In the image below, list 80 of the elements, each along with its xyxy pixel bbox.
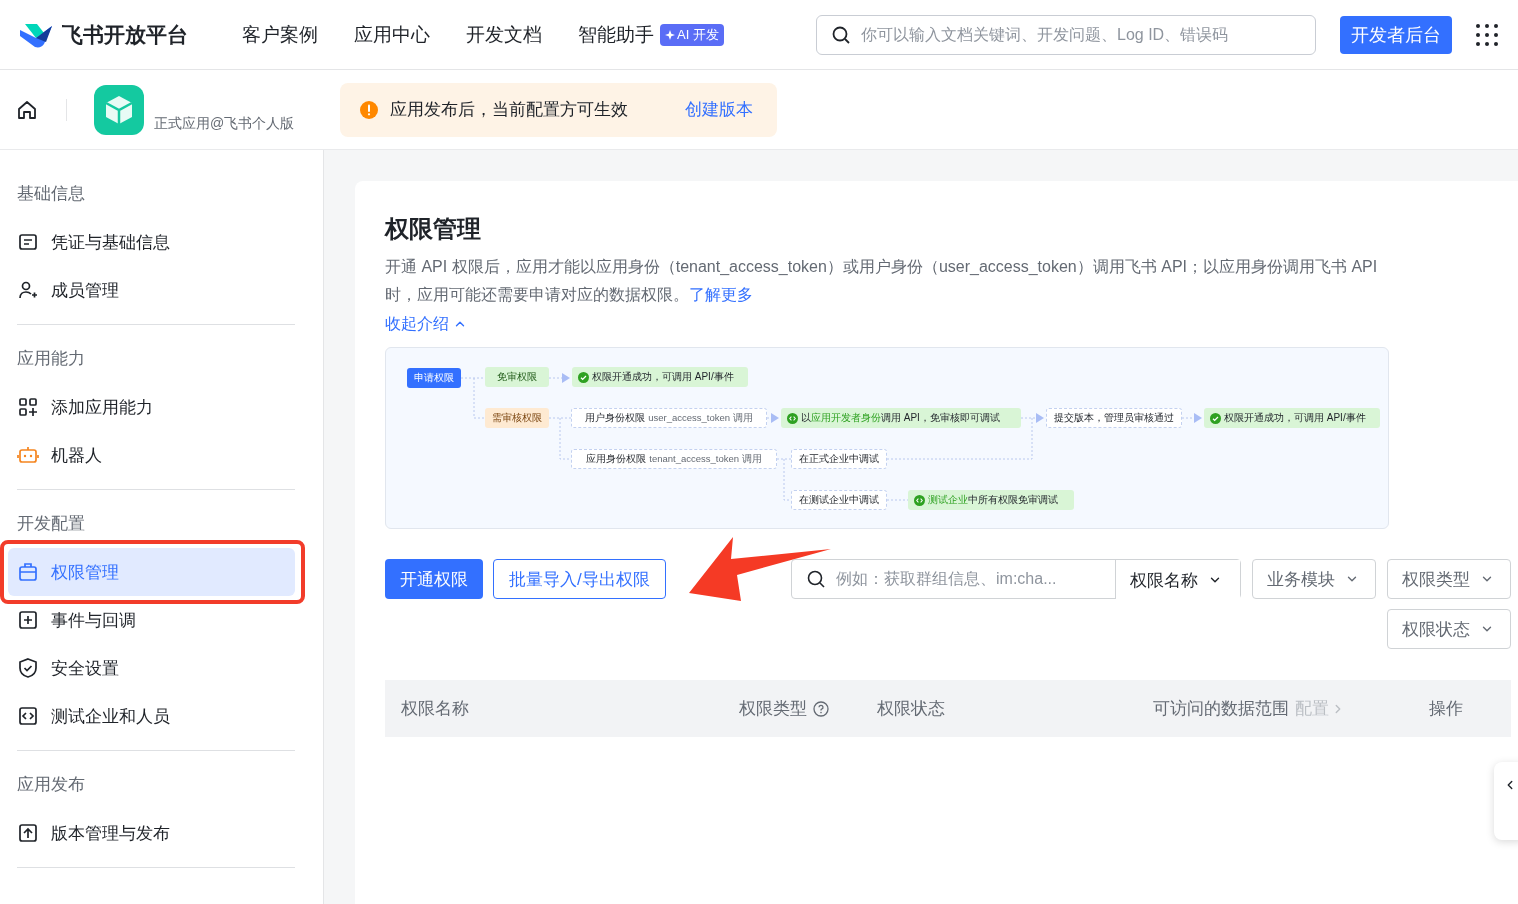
flow-node: 申请权限 — [407, 368, 461, 388]
node-note: tenant_access_token 调用 — [649, 452, 762, 466]
search-field[interactable]: 你可以输入文档关键词、开发问题、Log ID、错误码 — [859, 24, 1301, 45]
logo-text: 飞书开放平台 — [62, 21, 188, 48]
app-icon — [94, 84, 144, 135]
node-label: 测试企业中所有权限免审调试 — [928, 493, 1058, 507]
search-icon — [831, 24, 851, 45]
arrowhead-icon — [562, 373, 570, 383]
card-icon — [17, 231, 39, 253]
column-header: 可访问的数据范围 — [1153, 698, 1289, 720]
check-circle-icon — [578, 371, 589, 383]
code-circle-icon — [787, 412, 798, 424]
nav-link[interactable]: 智能助手 AI 开发 — [578, 21, 724, 48]
app-subtitle: 正式应用@飞书个人版 — [154, 115, 295, 133]
search-scope-select[interactable]: 权限名称 — [1116, 560, 1240, 600]
arrowhead-icon — [771, 413, 779, 423]
app-grid-icon[interactable] — [1476, 23, 1498, 46]
node-label: 在正式企业中调试 — [799, 452, 879, 466]
section-title: 应用发布 — [17, 774, 86, 796]
node-label: 权限开通成功，可调用 API/事件 — [1224, 411, 1366, 425]
sidebar-item[interactable]: 测试企业和人员 — [8, 692, 295, 740]
permission-search[interactable]: 例如：获取群组信息、im:cha... 权限名称 — [791, 559, 1241, 599]
plus-square-icon — [17, 609, 39, 631]
shield-icon — [17, 657, 39, 679]
column-header: 权限名称 — [401, 698, 469, 720]
filter-dropdown[interactable]: 权限类型 — [1387, 559, 1511, 599]
nav-link[interactable]: 客户案例 — [242, 21, 318, 48]
action-button[interactable]: 开通权限 — [385, 559, 483, 599]
warning-icon — [360, 100, 379, 119]
search-icon — [806, 569, 826, 589]
search-box[interactable]: 你可以输入文档关键词、开发问题、Log ID、错误码 — [816, 14, 1316, 55]
section-title: 基础信息 — [17, 183, 86, 205]
node-label: 在测试企业中调试 — [799, 493, 879, 507]
notice-text: 应用发布后，当前配置方可生效 — [390, 99, 629, 121]
sidebar-item[interactable]: 机器人 — [8, 431, 295, 479]
action-button[interactable]: 批量导入/导出权限 — [493, 559, 666, 599]
upload-icon — [17, 822, 39, 844]
briefcase-icon — [17, 561, 39, 583]
check-circle-icon — [1210, 412, 1221, 424]
logo-icon — [18, 21, 54, 48]
sidebar-item[interactable]: 添加应用能力 — [8, 383, 295, 431]
sidebar-item[interactable]: 安全设置 — [8, 644, 295, 692]
home-icon[interactable] — [16, 98, 38, 121]
ai-badge: AI 开发 — [660, 23, 724, 46]
grid-add-icon — [17, 396, 39, 418]
sidebar-item[interactable]: 凭证与基础信息 — [8, 218, 295, 266]
arrowhead-icon — [1036, 413, 1044, 423]
section-title: 开发配置 — [17, 513, 86, 535]
arrowhead-icon — [1194, 413, 1202, 423]
node-label: 以应用开发者身份调用 API，免审核即可调试 — [801, 411, 1000, 425]
page-title: 权限管理 — [385, 214, 482, 244]
collapse-link[interactable]: 收起介绍 — [385, 309, 467, 339]
column-header: 权限类型 — [739, 698, 807, 720]
code-circle-icon — [914, 494, 925, 506]
sidebar-item[interactable]: 成员管理 — [8, 266, 295, 314]
node-label: 用户身份权限 — [585, 411, 646, 425]
learn-more-link[interactable]: 了解更多 — [689, 286, 753, 303]
node-label: 提交版本，管理员审核通过 — [1054, 411, 1174, 425]
person-add-icon — [17, 279, 39, 301]
console-button[interactable]: 开发者后台 — [1340, 15, 1452, 54]
sidebar-item[interactable]: 事件与回调 — [8, 596, 295, 644]
section-title: 应用能力 — [17, 348, 86, 370]
intro-paragraph: 开通 API 权限后，应用才能以应用身份（tenant_access_token）或用户身份（user_access_token）调用飞书 API；以应用身份调用飞书 API 时，应用可能还需要申请对应的数据权限。了解更多 — [385, 257, 1379, 305]
node-label: 应用身份权限 — [586, 452, 647, 466]
filter-dropdown[interactable]: 权限状态 — [1387, 609, 1511, 649]
flow-node: 免审权限 — [485, 367, 549, 387]
node-label: 权限开通成功，可调用 API/事件 — [592, 370, 734, 384]
nav-link[interactable]: 应用中心 — [354, 21, 430, 48]
node-note: user_access_token 调用 — [648, 411, 753, 425]
code-square-icon — [17, 705, 39, 727]
sidebar-item[interactable]: 版本管理与发布 — [8, 809, 295, 857]
column-header: 操作 — [1429, 698, 1463, 720]
robot-icon — [17, 444, 39, 466]
filter-dropdown[interactable]: 业务模块 — [1252, 559, 1376, 599]
nav-link[interactable]: 开发文档 — [466, 21, 542, 48]
help-icon[interactable] — [813, 700, 829, 717]
create-version-link[interactable]: 创建版本 — [685, 98, 754, 121]
flow-node: 需审核权限 — [485, 408, 549, 428]
column-header: 权限状态 — [877, 698, 945, 720]
sidebar-item[interactable]: 权限管理 — [8, 548, 295, 596]
